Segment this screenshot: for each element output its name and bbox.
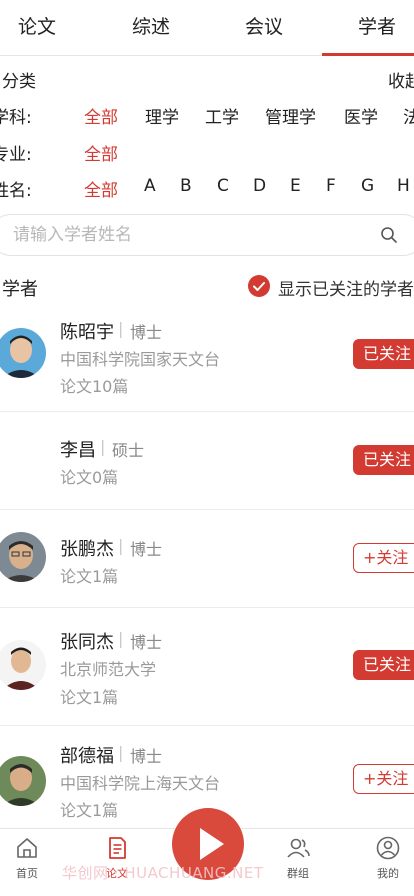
scholar-list-item[interactable]: 张鹏杰 | 博士 论文1篇 +关注: [0, 510, 414, 608]
tab-papers[interactable]: 论文: [18, 12, 56, 39]
scholar-name: 部德福: [60, 746, 114, 767]
subject-option-all[interactable]: 全部: [84, 103, 118, 128]
scholar-organization: 中国科学院上海天文台: [60, 774, 221, 793]
checked-icon[interactable]: [248, 275, 270, 297]
subject-option-management[interactable]: 管理学: [265, 103, 316, 128]
scholar-name: 李昌: [60, 440, 96, 461]
nav-profile[interactable]: 我的: [358, 835, 414, 881]
follow-button[interactable]: 已关注: [353, 650, 414, 680]
subject-option-medicine[interactable]: 医学: [344, 103, 378, 128]
active-tab-indicator: [322, 53, 414, 56]
follow-button[interactable]: 已关注: [353, 339, 414, 369]
tab-reviews[interactable]: 综述: [132, 12, 170, 39]
major-option-all[interactable]: 全部: [84, 140, 118, 165]
search-input[interactable]: [13, 224, 353, 246]
separator: |: [118, 743, 124, 762]
avatar: [0, 328, 46, 378]
scholar-degree: 博士: [130, 747, 163, 766]
major-label: 专业:: [0, 145, 32, 165]
scholar-degree: 博士: [130, 633, 163, 652]
profile-icon: [376, 836, 400, 860]
subject-option-engineering[interactable]: 工学: [205, 103, 239, 128]
nav-profile-label: 我的: [377, 867, 399, 880]
scholar-paper-count: 论文1篇: [60, 801, 119, 820]
follow-button[interactable]: +关注: [353, 764, 414, 794]
search-bar: [0, 214, 414, 256]
tab-conferences[interactable]: 会议: [245, 12, 283, 39]
nav-home[interactable]: 首页: [0, 835, 57, 881]
watermark: 华创网 · HUACHUANG.NET: [62, 864, 264, 882]
group-icon: [287, 838, 310, 858]
name-option-g[interactable]: G: [361, 176, 374, 196]
scholar-paper-count: 论文1篇: [60, 567, 119, 586]
home-icon: [17, 838, 37, 858]
name-label: 姓名:: [0, 181, 32, 201]
scholars-section-title: 学者: [2, 279, 38, 300]
separator: |: [118, 536, 124, 555]
scholar-list-item[interactable]: 张同杰 | 博士 北京师范大学 论文1篇 已关注: [0, 608, 414, 726]
subject-label: 学科:: [0, 108, 32, 128]
tab-scholars[interactable]: 学者: [358, 12, 396, 39]
follow-button[interactable]: 已关注: [353, 445, 414, 475]
name-option-all[interactable]: 全部: [84, 176, 118, 201]
show-followed-toggle-label[interactable]: 显示已关注的学者: [278, 275, 414, 300]
avatar: [0, 756, 46, 806]
separator: |: [118, 629, 124, 648]
scholar-degree: 硕士: [112, 441, 145, 460]
scholar-name: 张同杰: [60, 632, 114, 653]
name-option-c[interactable]: C: [217, 176, 229, 196]
subject-option-science[interactable]: 理学: [145, 103, 179, 128]
scholar-organization: 中国科学院国家天文台: [60, 350, 221, 369]
top-tab-bar: 论文 综述 会议 学者: [0, 0, 414, 56]
nav-groups-label: 群组: [287, 867, 309, 880]
scholar-paper-count: 论文10篇: [60, 377, 129, 396]
follow-button[interactable]: +关注: [353, 543, 414, 573]
name-option-b[interactable]: B: [180, 176, 192, 196]
nav-home-label: 首页: [16, 867, 38, 880]
scholar-degree: 博士: [130, 540, 163, 559]
scholar-organization: 北京师范大学: [60, 660, 157, 679]
scholar-list-item[interactable]: 李昌 | 硕士 论文0篇 已关注: [0, 412, 414, 510]
search-icon[interactable]: [379, 225, 399, 245]
avatar: [0, 532, 46, 582]
name-option-e[interactable]: E: [290, 176, 301, 196]
collapse-button[interactable]: 收起: [388, 67, 414, 92]
nav-groups[interactable]: 群组: [268, 835, 328, 881]
scholar-degree: 博士: [130, 323, 163, 342]
document-icon: [109, 837, 126, 859]
name-option-f[interactable]: F: [326, 176, 336, 196]
scholar-paper-count: 论文0篇: [60, 468, 119, 487]
subject-option-law[interactable]: 法: [403, 103, 414, 128]
avatar: [0, 640, 46, 690]
filter-title: 分类: [2, 72, 36, 92]
name-option-h[interactable]: H: [397, 176, 410, 196]
scholar-paper-count: 论文1篇: [60, 688, 119, 707]
name-option-a[interactable]: A: [144, 176, 156, 196]
scholar-list-item[interactable]: 陈昭宇 | 博士 中国科学院国家天文台 论文10篇 已关注: [0, 308, 414, 412]
separator: |: [100, 437, 106, 456]
scholar-name: 张鹏杰: [60, 539, 114, 560]
scholar-name: 陈昭宇: [60, 322, 114, 343]
separator: |: [118, 319, 124, 338]
name-option-d[interactable]: D: [253, 176, 266, 196]
